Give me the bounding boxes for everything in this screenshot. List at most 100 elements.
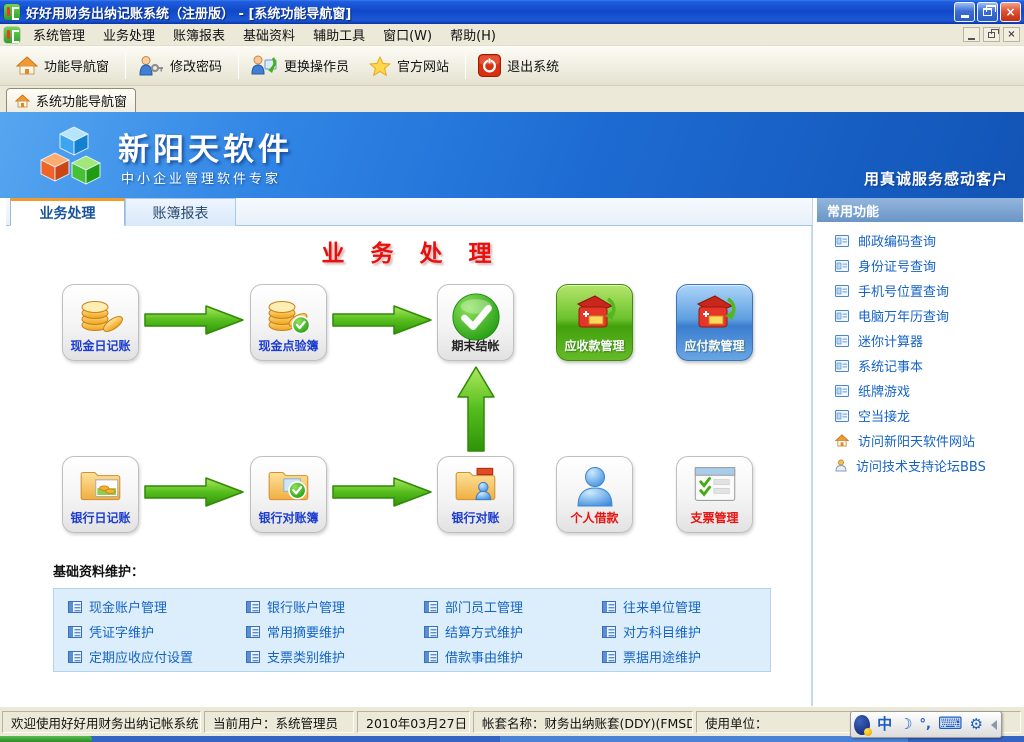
button-payables[interactable]: 应付款管理 bbox=[676, 284, 753, 361]
link-common-summary[interactable]: 常用摘要维护 bbox=[246, 622, 424, 641]
link-bank-account[interactable]: 银行账户管理 bbox=[246, 597, 424, 616]
button-period-close[interactable]: 期末结帐 bbox=[437, 284, 514, 361]
button-label: 银行对账 bbox=[438, 509, 513, 526]
link-opposite-subject[interactable]: 对方科目维护 bbox=[602, 622, 780, 641]
ime-keyboard-icon[interactable]: ⌨ bbox=[938, 716, 963, 733]
home-icon bbox=[16, 56, 38, 75]
sidebar-item-freecell[interactable]: 空当接龙 bbox=[817, 403, 1023, 428]
sidebar-item-calendar[interactable]: 电脑万年历查询 bbox=[817, 303, 1023, 328]
button-cash-verify[interactable]: 现金点验簿 bbox=[250, 284, 327, 361]
button-bank-journal[interactable]: 银行日记账 bbox=[62, 456, 139, 533]
link-voucher-word[interactable]: 凭证字维护 bbox=[68, 622, 246, 641]
minimize-button[interactable] bbox=[954, 2, 975, 22]
star-icon bbox=[369, 56, 391, 76]
sidebar-item-website[interactable]: 访问新阳天软件网站 bbox=[817, 428, 1023, 453]
sidebar-item-postcode[interactable]: 邮政编码查询 bbox=[817, 228, 1023, 253]
toolbar-button-label: 退出系统 bbox=[507, 56, 559, 75]
password-key-icon bbox=[138, 55, 164, 76]
menu-tools[interactable]: 辅助工具 bbox=[304, 23, 374, 46]
title-bar: 好好用财务出纳记账系统（注册版） - [系统功能导航窗] × bbox=[0, 0, 1024, 24]
status-current-user: 当前用户：系统管理员 bbox=[204, 711, 354, 733]
card-icon bbox=[835, 235, 849, 247]
sidebar-list: 邮政编码查询 身份证号查询 手机号位置查询 电脑万年历查询 迷你计算器 系统记事… bbox=[817, 228, 1023, 478]
mdi-restore-button[interactable] bbox=[983, 27, 1000, 42]
mdi-close-button[interactable]: × bbox=[1003, 27, 1020, 42]
tab-business[interactable]: 业务处理 bbox=[10, 198, 125, 226]
link-bill-purpose[interactable]: 票据用途维护 bbox=[602, 647, 780, 666]
link-counterparty[interactable]: 往来单位管理 bbox=[602, 597, 780, 616]
change-password-button[interactable]: 修改密码 bbox=[130, 51, 234, 80]
menu-window[interactable]: 窗口(W) bbox=[374, 23, 441, 46]
link-label: 定期应收应付设置 bbox=[89, 647, 193, 666]
grid-icon bbox=[424, 626, 438, 638]
flow-arrow-up-icon bbox=[456, 365, 496, 453]
exit-button[interactable]: 退出系统 bbox=[470, 50, 571, 81]
sidebar-item-solitaire[interactable]: 纸牌游戏 bbox=[817, 378, 1023, 403]
sidebar-item-bbs[interactable]: 访问技术支持论坛BBS bbox=[817, 453, 1023, 478]
ime-logo-icon[interactable] bbox=[854, 715, 870, 735]
sidebar-item-notepad[interactable]: 系统记事本 bbox=[817, 353, 1023, 378]
base-links-box: 现金账户管理 银行账户管理 部门员工管理 往来单位管理 凭证字维护 常用摘要维护… bbox=[53, 588, 771, 672]
switch-user-icon bbox=[251, 55, 278, 76]
card-icon bbox=[835, 285, 849, 297]
link-cash-account[interactable]: 现金账户管理 bbox=[68, 597, 246, 616]
nav-window-button[interactable]: 功能导航窗 bbox=[8, 52, 121, 79]
doc-tab-label: 系统功能导航窗 bbox=[36, 91, 127, 110]
common-functions-sidebar: 常用功能 邮政编码查询 身份证号查询 手机号位置查询 电脑万年历查询 迷你计算器… bbox=[817, 198, 1024, 706]
grid-icon bbox=[68, 651, 82, 663]
flow-arrow-right-icon bbox=[332, 304, 434, 336]
flow-title: 业 务 处 理 bbox=[304, 234, 518, 268]
sidebar-item-phone-location[interactable]: 手机号位置查询 bbox=[817, 278, 1023, 303]
button-cash-journal[interactable]: 现金日记账 bbox=[62, 284, 139, 361]
start-button-sliver[interactable] bbox=[0, 736, 92, 742]
big-check-icon bbox=[449, 292, 503, 342]
button-personal-loan[interactable]: 个人借款 bbox=[556, 456, 633, 533]
ime-settings-gear-icon[interactable]: ⚙ bbox=[970, 717, 983, 732]
grid-icon bbox=[68, 626, 82, 638]
sidebar-item-label: 系统记事本 bbox=[858, 356, 923, 375]
menu-reports[interactable]: 账簿报表 bbox=[164, 23, 234, 46]
button-cheque-management[interactable]: 支票管理 bbox=[676, 456, 753, 533]
folder-coins-icon bbox=[77, 464, 125, 504]
folder-check-icon bbox=[265, 464, 313, 504]
ime-punctuation-icon[interactable]: °, bbox=[920, 718, 931, 731]
close-button[interactable]: × bbox=[1000, 2, 1021, 22]
ime-language-bar: 中 ☽ °, ⌨ ⚙ bbox=[850, 711, 1002, 738]
close-icon: × bbox=[1007, 29, 1015, 40]
menu-system[interactable]: 系统管理 bbox=[24, 23, 94, 46]
official-site-button[interactable]: 官方网站 bbox=[361, 52, 461, 80]
switch-operator-button[interactable]: 更换操作员 bbox=[243, 51, 361, 80]
sidebar-item-label: 访问技术支持论坛BBS bbox=[856, 456, 986, 475]
person-icon bbox=[572, 464, 618, 508]
link-settlement-method[interactable]: 结算方式维护 bbox=[424, 622, 602, 641]
ime-language-button[interactable]: 中 bbox=[877, 717, 892, 732]
cubes-logo-icon bbox=[34, 120, 112, 190]
toolbar-separator bbox=[238, 53, 239, 79]
link-label: 往来单位管理 bbox=[623, 597, 701, 616]
wallet-arrow-icon bbox=[692, 292, 738, 334]
panel-divider bbox=[812, 198, 813, 706]
ime-collapse-icon[interactable] bbox=[991, 720, 997, 730]
tab-system-nav-window[interactable]: 系统功能导航窗 bbox=[6, 88, 136, 112]
button-bank-reconcile-book[interactable]: 银行对账簿 bbox=[250, 456, 327, 533]
link-periodic-ar-ap[interactable]: 定期应收应付设置 bbox=[68, 647, 246, 666]
link-loan-reason[interactable]: 借款事由维护 bbox=[424, 647, 602, 666]
card-icon bbox=[835, 410, 849, 422]
link-department-staff[interactable]: 部门员工管理 bbox=[424, 597, 602, 616]
menu-help[interactable]: 帮助(H) bbox=[441, 23, 505, 46]
button-bank-reconcile[interactable]: 银行对账 bbox=[437, 456, 514, 533]
ime-fullwidth-icon[interactable]: ☽ bbox=[899, 717, 912, 732]
link-label: 支票类别维护 bbox=[267, 647, 345, 666]
link-cheque-type[interactable]: 支票类别维护 bbox=[246, 647, 424, 666]
tab-reports[interactable]: 账簿报表 bbox=[125, 198, 236, 226]
button-receivables[interactable]: 应收款管理 bbox=[556, 284, 633, 361]
button-label: 期末结帐 bbox=[438, 337, 513, 354]
mdi-minimize-button[interactable] bbox=[963, 27, 980, 42]
restore-button[interactable] bbox=[977, 2, 998, 22]
sidebar-item-idcard[interactable]: 身份证号查询 bbox=[817, 253, 1023, 278]
menu-basedata[interactable]: 基础资料 bbox=[234, 23, 304, 46]
menu-business[interactable]: 业务处理 bbox=[94, 23, 164, 46]
sidebar-item-calculator[interactable]: 迷你计算器 bbox=[817, 328, 1023, 353]
wallet-arrow-icon bbox=[572, 292, 618, 334]
toolbar-separator bbox=[465, 53, 466, 79]
